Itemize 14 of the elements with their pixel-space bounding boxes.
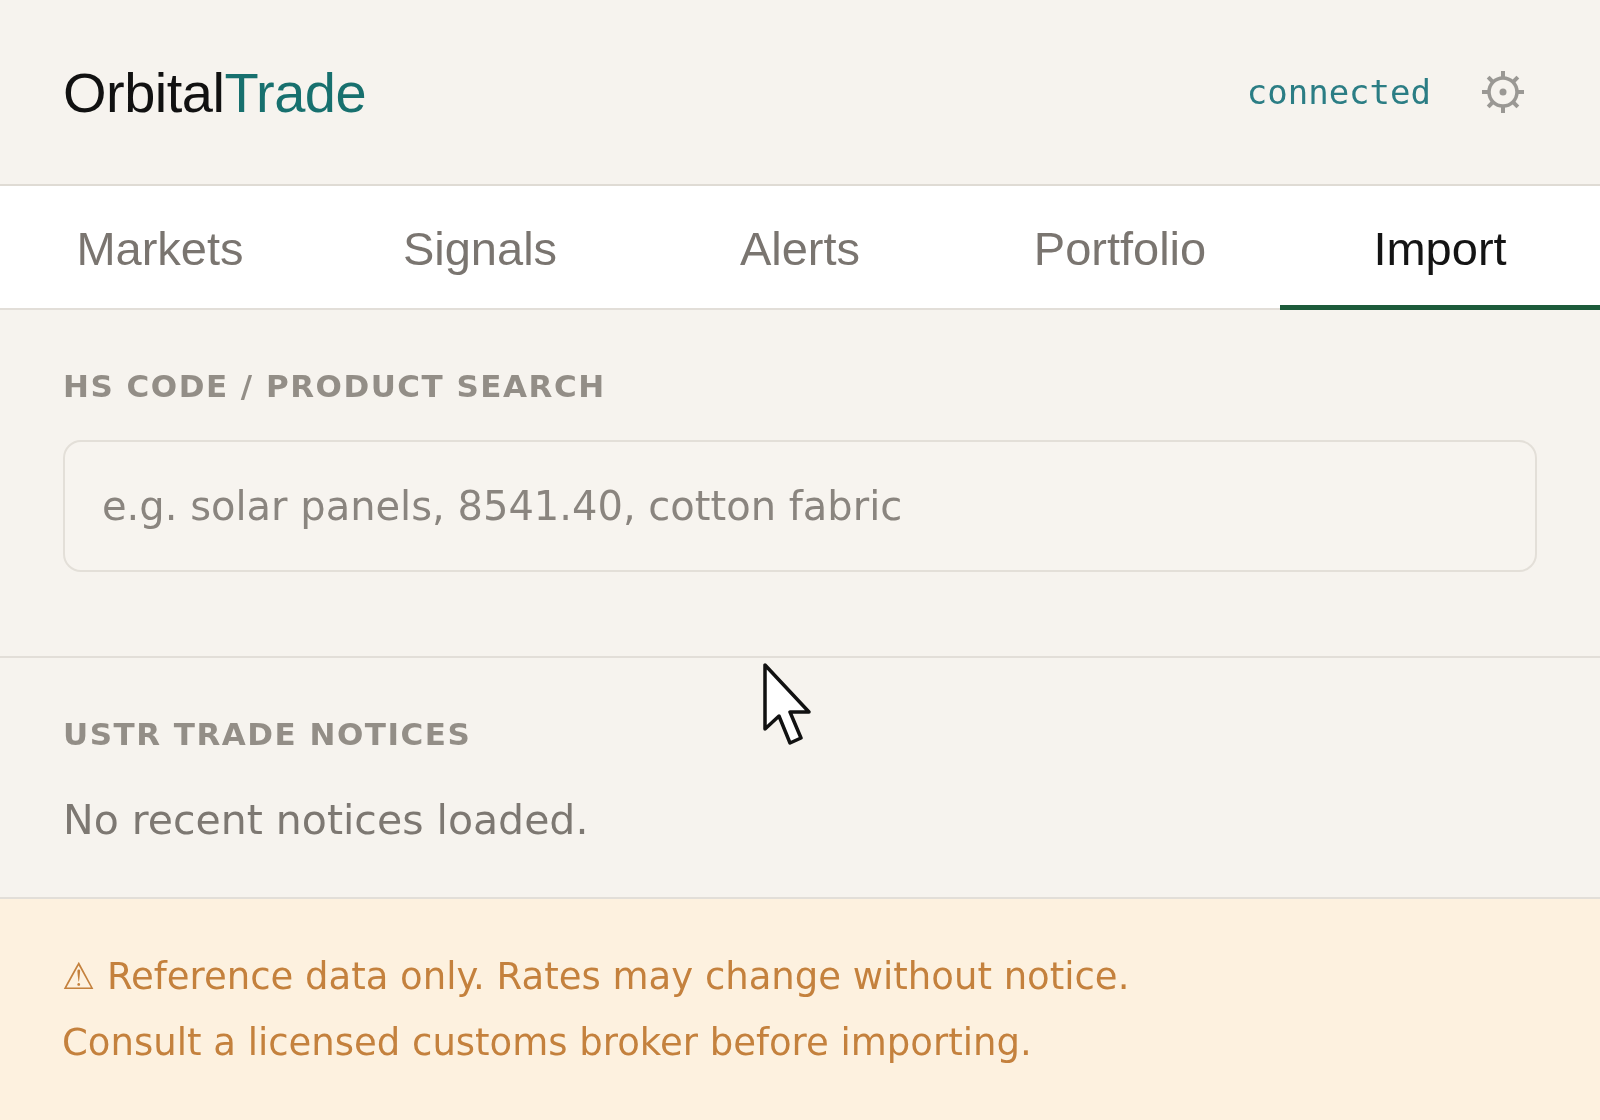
tab[interactable]: Signals xyxy=(320,186,640,310)
tab[interactable]: Markets xyxy=(0,186,320,310)
tab[interactable]: Import xyxy=(1280,186,1600,310)
connection-status: connected xyxy=(1246,72,1431,112)
search-field[interactable]: e.g. solar panels, 8541.40, cotton fabric xyxy=(63,440,1537,572)
tab[interactable]: Portfolio xyxy=(960,186,1280,310)
disclaimer-text: ⚠ Reference data only. Rates may change without notice. xyxy=(62,954,1131,1000)
tab[interactable]: Alerts xyxy=(640,186,960,310)
section-label: HS CODE / PRODUCT SEARCH xyxy=(63,367,607,406)
section-label: USTR TRADE NOTICES xyxy=(63,715,473,754)
logo: OrbitalTrade xyxy=(63,59,367,125)
disclaimer-text: Consult a licensed customs broker before importing. xyxy=(62,1020,1033,1066)
empty-message: No recent notices loaded. xyxy=(63,795,590,845)
settings-icon[interactable] xyxy=(1481,70,1525,114)
